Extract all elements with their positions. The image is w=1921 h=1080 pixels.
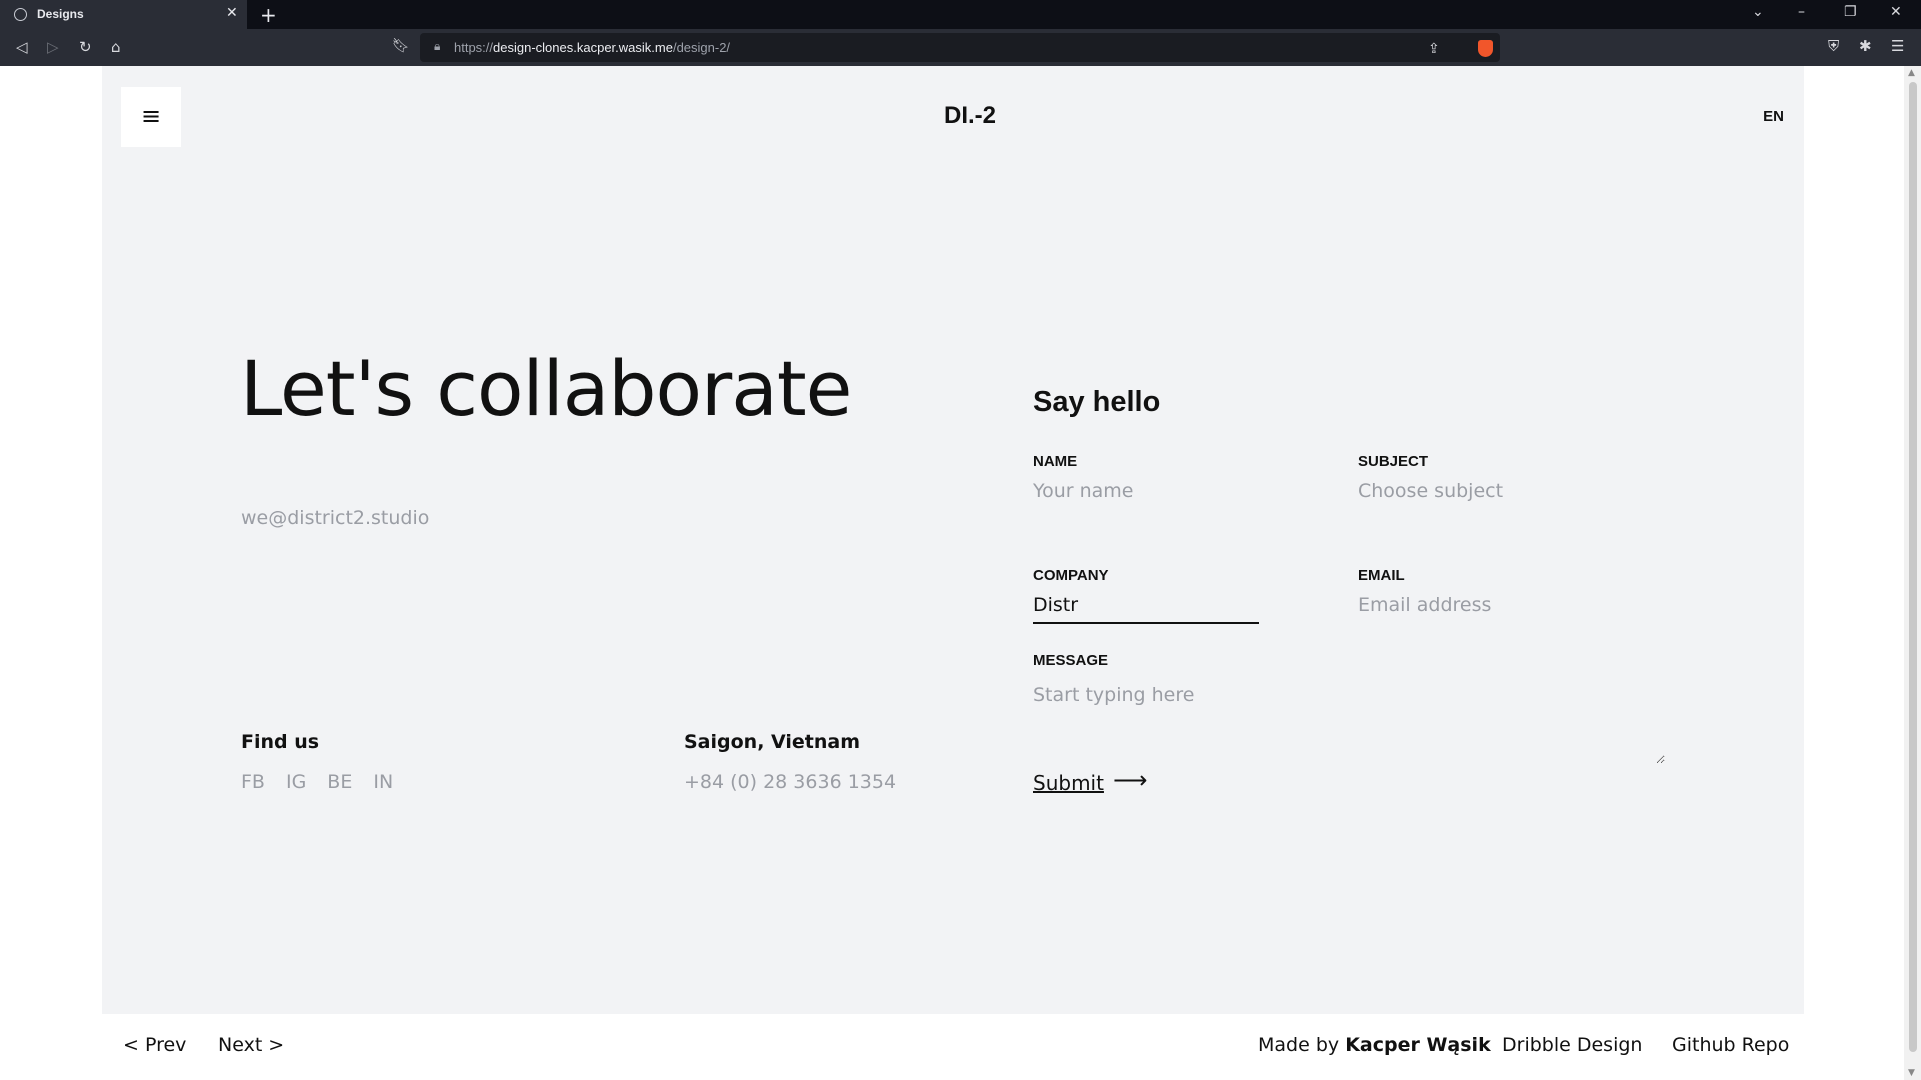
message-textarea[interactable] — [1033, 684, 1665, 764]
location-title: Saigon, Vietnam — [684, 731, 861, 753]
footer: < Prev Next > Made by Kacper Wąsik Dribb… — [102, 1014, 1804, 1080]
lock-icon: 🔒︎ — [434, 39, 441, 53]
social-link-be[interactable]: BE — [327, 771, 352, 793]
hamburger-icon: ≡ — [140, 102, 162, 130]
name-label: NAME — [1033, 453, 1078, 470]
social-link-ig[interactable]: IG — [286, 771, 306, 793]
made-by-text: Made by Kacper Wąsik — [1258, 1034, 1491, 1056]
extensions-icon[interactable]: ✱ — [1859, 37, 1872, 55]
close-window-icon[interactable]: ✕ — [1890, 4, 1902, 20]
hamburger-menu-button[interactable]: ≡ — [121, 87, 181, 147]
author-link[interactable]: Kacper Wąsik — [1345, 1034, 1491, 1056]
bookmark-icon[interactable]: 🔖︎ — [392, 38, 410, 54]
home-icon[interactable]: ⌂ — [111, 38, 121, 56]
page-content: ≡ DI.-2 EN Let's collaborate we@district… — [102, 66, 1804, 1014]
github-link[interactable]: Github Repo — [1672, 1034, 1789, 1056]
language-switch[interactable]: EN — [1763, 108, 1784, 125]
share-icon[interactable]: ⇪ — [1428, 41, 1440, 57]
close-tab-icon[interactable]: ✕ — [226, 5, 238, 21]
brave-shield-icon[interactable] — [1478, 40, 1493, 57]
tab-title: Designs — [37, 7, 84, 21]
new-tab-icon[interactable]: + — [260, 3, 277, 27]
dribble-link[interactable]: Dribble Design — [1502, 1034, 1642, 1056]
forward-icon[interactable]: ▷ — [47, 38, 59, 56]
globe-icon — [14, 8, 27, 21]
subject-label: SUBJECT — [1358, 453, 1429, 470]
scroll-thumb[interactable] — [1909, 82, 1917, 1052]
browser-menu-icon[interactable]: ☰ — [1891, 37, 1904, 55]
browser-tabbar: Designs ✕ + ⌄ – ❐ ✕ — [0, 0, 1921, 29]
email-input[interactable] — [1358, 594, 1584, 616]
message-label: MESSAGE — [1033, 652, 1109, 669]
scroll-down-icon[interactable]: ▼ — [1908, 1068, 1915, 1078]
phone-link[interactable]: +84 (0) 28 3636 1354 — [684, 771, 896, 793]
social-link-in[interactable]: IN — [373, 771, 393, 793]
submit-button[interactable]: Submit — [1033, 771, 1104, 795]
hero-title: Let's collaborate — [240, 344, 852, 433]
site-logo[interactable]: DI.-2 — [944, 102, 996, 130]
find-us-title: Find us — [241, 731, 320, 753]
contact-email-link[interactable]: we@district2.studio — [241, 507, 429, 529]
scrollbar[interactable]: ▲ ▼ — [1904, 66, 1921, 1080]
social-links: FB IG BE IN — [241, 771, 393, 793]
subject-select[interactable] — [1358, 480, 1584, 502]
arrow-right-icon[interactable]: ⟶ — [1113, 766, 1147, 794]
name-input[interactable] — [1033, 480, 1259, 502]
back-icon[interactable]: ◁ — [16, 38, 28, 56]
bitwarden-icon[interactable]: ⛨ — [1828, 37, 1839, 55]
social-link-fb[interactable]: FB — [241, 771, 265, 793]
minimize-icon[interactable]: – — [1798, 4, 1805, 20]
next-link[interactable]: Next > — [218, 1034, 284, 1056]
browser-tab[interactable]: Designs ✕ — [0, 0, 247, 29]
email-label: EMAIL — [1358, 567, 1405, 584]
form-title: Say hello — [1033, 386, 1161, 418]
url-text: https://design-clones.kacper.wasik.me/de… — [454, 40, 731, 55]
company-label: COMPANY — [1033, 567, 1109, 584]
company-input[interactable] — [1033, 594, 1259, 624]
tab-search-icon[interactable]: ⌄ — [1752, 4, 1764, 20]
restore-icon[interactable]: ❐ — [1844, 4, 1857, 20]
scroll-up-icon[interactable]: ▲ — [1908, 68, 1915, 78]
address-bar[interactable]: 🔒︎ https://design-clones.kacper.wasik.me… — [420, 33, 1500, 62]
browser-toolbar: ◁ ▷ ↻ ⌂ 🔖︎ 🔒︎ https://design-clones.kacp… — [0, 29, 1921, 66]
prev-link[interactable]: < Prev — [123, 1034, 186, 1056]
reload-icon[interactable]: ↻ — [79, 38, 92, 56]
